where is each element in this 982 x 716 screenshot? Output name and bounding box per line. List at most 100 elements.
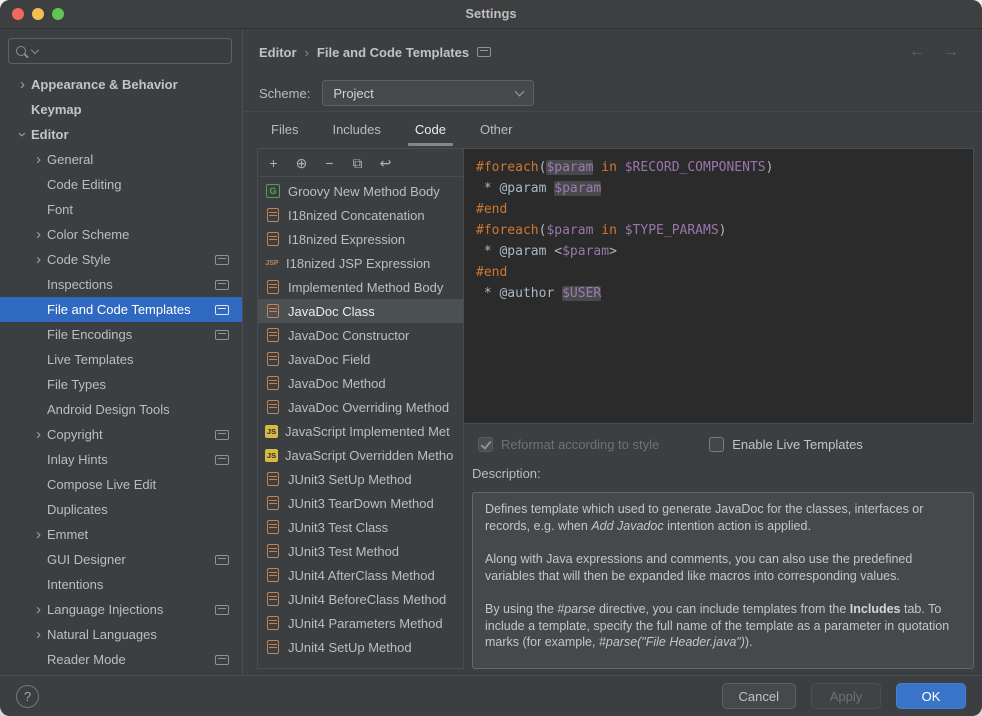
reformat-checkbox-group: Reformat according to style [478, 437, 659, 452]
create-child-template-icon[interactable]: ⊕ [294, 156, 309, 170]
search-history-chevron-icon[interactable] [31, 46, 39, 54]
chevron-right-icon[interactable]: › [30, 527, 47, 542]
sidebar-item-inlay-hints[interactable]: Inlay Hints [0, 447, 242, 472]
tab-code[interactable]: Code [413, 116, 448, 146]
scheme-dropdown[interactable]: Project [322, 80, 534, 106]
template-item-javadoc-class[interactable]: JavaDoc Class [258, 299, 463, 323]
sidebar-item-intentions[interactable]: Intentions [0, 572, 242, 597]
sidebar-item-natural-languages[interactable]: ›Natural Languages [0, 622, 242, 647]
sidebar-item-keymap[interactable]: Keymap [0, 97, 242, 122]
template-file-icon [267, 328, 279, 342]
per-project-settings-icon [477, 47, 491, 57]
sidebar-item-language-injections[interactable]: ›Language Injections [0, 597, 242, 622]
ok-button[interactable]: OK [896, 683, 966, 709]
template-item-junit4-beforeclass-method[interactable]: JUnit4 BeforeClass Method [258, 587, 463, 611]
template-item-junit4-parameters-method[interactable]: JUnit4 Parameters Method [258, 611, 463, 635]
sidebar-item-file-encodings[interactable]: File Encodings [0, 322, 242, 347]
description-label: Description: [464, 460, 974, 492]
zoom-window-button[interactable] [52, 8, 64, 20]
chevron-right-icon[interactable]: › [14, 77, 31, 92]
settings-search-field[interactable] [8, 38, 232, 64]
chevron-right-icon[interactable]: › [30, 227, 47, 242]
sidebar-item-color-scheme[interactable]: ›Color Scheme [0, 222, 242, 247]
settings-search-input[interactable] [43, 43, 224, 60]
titlebar: Settings [0, 0, 982, 29]
template-item-javadoc-field[interactable]: JavaDoc Field [258, 347, 463, 371]
description-box[interactable]: Defines template which used to generate … [472, 492, 974, 669]
per-project-settings-icon [215, 605, 229, 615]
chevron-right-icon[interactable]: › [30, 602, 47, 617]
sidebar-item-file-types[interactable]: File Types [0, 372, 242, 397]
chevron-down-icon [515, 87, 525, 97]
sidebar-item-code-editing[interactable]: Code Editing [0, 172, 242, 197]
sidebar-item-label: Natural Languages [47, 627, 157, 642]
sidebar-item-code-style[interactable]: ›Code Style [0, 247, 242, 272]
template-item-i18nized-expression[interactable]: I18nized Expression [258, 227, 463, 251]
template-item-i18nized-jsp-expression[interactable]: JSPI18nized JSP Expression [258, 251, 463, 275]
template-file-icon [267, 496, 279, 510]
sidebar-item-general[interactable]: ›General [0, 147, 242, 172]
sidebar-item-label: File and Code Templates [47, 302, 191, 317]
sidebar-item-duplicates[interactable]: Duplicates [0, 497, 242, 522]
per-project-settings-icon [215, 305, 229, 315]
template-item-junit4-afterclass-method[interactable]: JUnit4 AfterClass Method [258, 563, 463, 587]
sidebar-item-emmet[interactable]: ›Emmet [0, 522, 242, 547]
copy-template-icon[interactable]: ⧉ [350, 156, 365, 170]
sidebar-item-live-templates[interactable]: Live Templates [0, 347, 242, 372]
template-item-junit3-teardown-method[interactable]: JUnit3 TearDown Method [258, 491, 463, 515]
template-item-junit4-setup-method[interactable]: JUnit4 SetUp Method [258, 635, 463, 659]
template-item-junit3-test-method[interactable]: JUnit3 Test Method [258, 539, 463, 563]
sidebar-item-inspections[interactable]: Inspections [0, 272, 242, 297]
sidebar-item-compose-live-edit[interactable]: Compose Live Edit [0, 472, 242, 497]
breadcrumb-editor[interactable]: Editor [259, 45, 297, 60]
template-file-icon [267, 640, 279, 654]
template-item-javascript-overridden-metho[interactable]: JSJavaScript Overridden Metho [258, 443, 463, 467]
apply-button: Apply [811, 683, 881, 709]
sidebar-item-appearance-behavior[interactable]: ›Appearance & Behavior [0, 72, 242, 97]
sidebar-item-gui-designer[interactable]: GUI Designer [0, 547, 242, 572]
template-file-icon [267, 616, 279, 630]
back-button[interactable]: ← [904, 43, 930, 61]
settings-main: Editor › File and Code Templates ← → Sch… [243, 29, 982, 675]
sidebar-item-font[interactable]: Font [0, 197, 242, 222]
sidebar-item-label: Reader Mode [47, 652, 126, 667]
sidebar-item-file-and-code-templates[interactable]: File and Code Templates [0, 297, 242, 322]
sidebar-item-label: Inlay Hints [47, 452, 108, 467]
add-template-icon[interactable]: + [266, 156, 281, 170]
template-item-implemented-method-body[interactable]: Implemented Method Body [258, 275, 463, 299]
template-item-javadoc-overriding-method[interactable]: JavaDoc Overriding Method [258, 395, 463, 419]
tab-includes[interactable]: Includes [330, 116, 382, 146]
sidebar-item-editor[interactable]: ›Editor [0, 122, 242, 147]
template-item-label: JavaScript Overridden Metho [285, 448, 453, 463]
template-item-groovy-new-method-body[interactable]: GGroovy New Method Body [258, 179, 463, 203]
chevron-right-icon[interactable]: › [30, 152, 47, 167]
template-item-javadoc-constructor[interactable]: JavaDoc Constructor [258, 323, 463, 347]
minimize-window-button[interactable] [32, 8, 44, 20]
template-item-javadoc-method[interactable]: JavaDoc Method [258, 371, 463, 395]
sidebar-item-copyright[interactable]: ›Copyright [0, 422, 242, 447]
template-editor[interactable]: #foreach($param in $RECORD_COMPONENTS) *… [464, 148, 974, 424]
sidebar-item-label: Duplicates [47, 502, 108, 517]
template-item-junit3-test-class[interactable]: JUnit3 Test Class [258, 515, 463, 539]
cancel-button[interactable]: Cancel [722, 683, 796, 709]
template-item-i18nized-concatenation[interactable]: I18nized Concatenation [258, 203, 463, 227]
forward-button[interactable]: → [938, 43, 964, 61]
close-window-button[interactable] [12, 8, 24, 20]
enable-live-templates-checkbox[interactable] [709, 437, 724, 452]
chevron-down-icon[interactable]: › [15, 126, 30, 143]
chevron-right-icon[interactable]: › [30, 627, 47, 642]
template-item-junit3-setup-method[interactable]: JUnit3 SetUp Method [258, 467, 463, 491]
reset-to-default-icon[interactable]: ↩ [378, 156, 393, 170]
remove-template-icon[interactable]: − [322, 156, 337, 170]
code-line: #end [476, 262, 961, 283]
sidebar-item-reader-mode[interactable]: Reader Mode [0, 647, 242, 672]
chevron-right-icon[interactable]: › [30, 252, 47, 267]
tab-other[interactable]: Other [478, 116, 515, 146]
template-item-javascript-implemented-met[interactable]: JSJavaScript Implemented Met [258, 419, 463, 443]
sidebar-item-android-design-tools[interactable]: Android Design Tools [0, 397, 242, 422]
per-project-settings-icon [215, 555, 229, 565]
tab-files[interactable]: Files [269, 116, 300, 146]
chevron-right-icon[interactable]: › [30, 427, 47, 442]
template-item-label: JUnit4 BeforeClass Method [288, 592, 446, 607]
help-button[interactable]: ? [16, 685, 39, 708]
